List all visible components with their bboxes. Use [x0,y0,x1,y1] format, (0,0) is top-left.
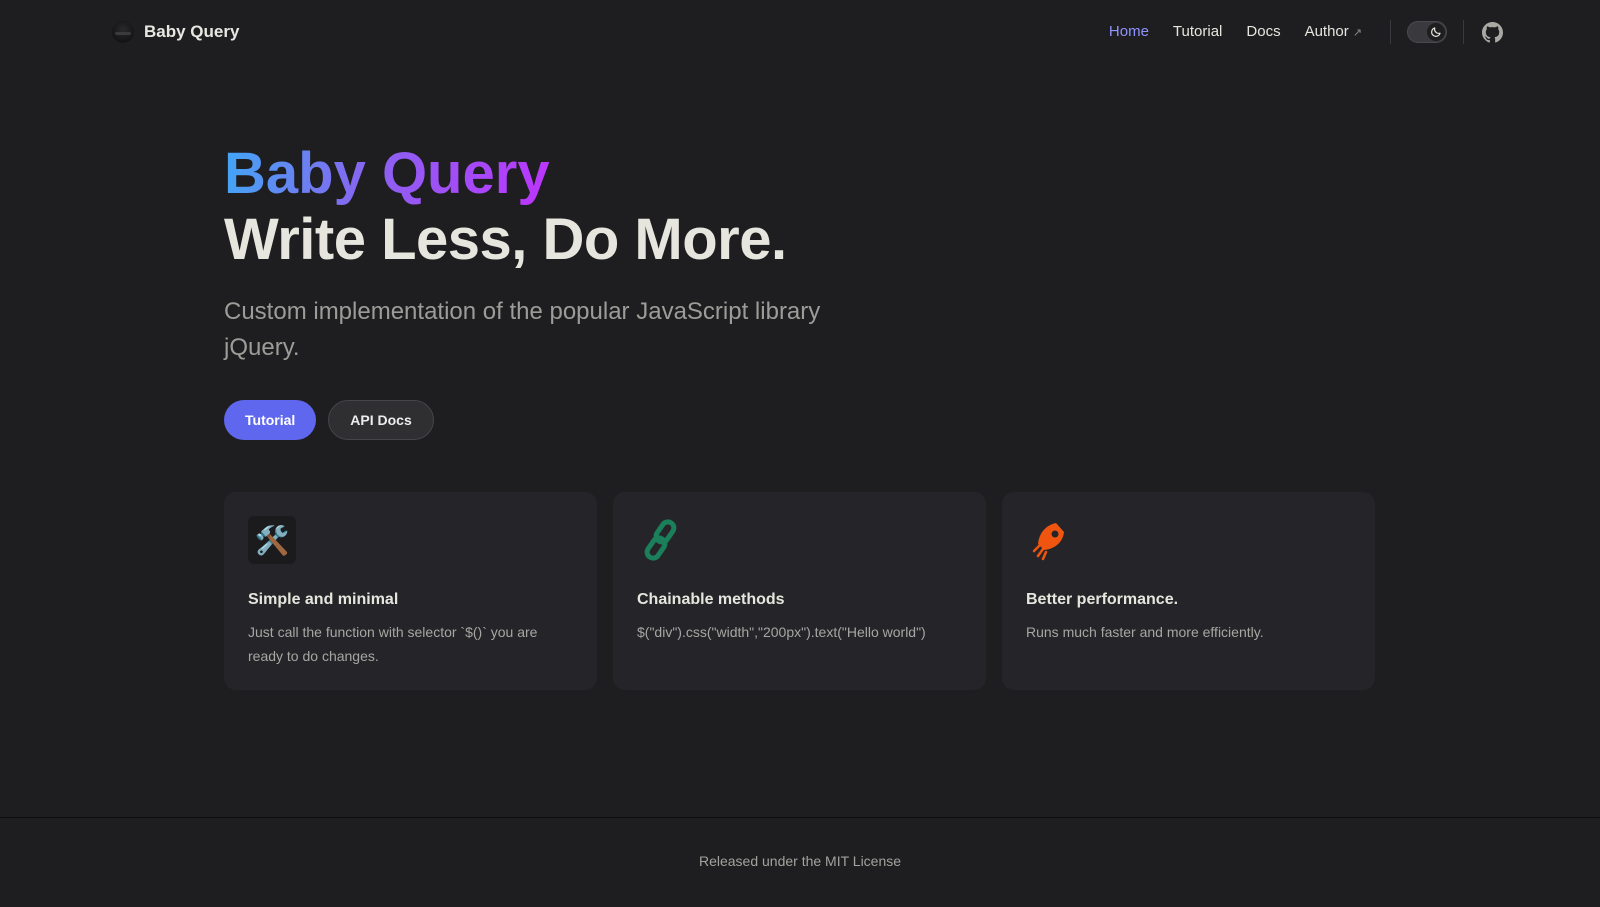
feature-card-performance: Better performance. Runs much faster and… [1002,492,1375,690]
feature-card-chainable: Chainable methods $("div").css("width","… [613,492,986,690]
logo-icon [112,21,134,43]
tutorial-button[interactable]: Tutorial [224,400,317,440]
hero-section: Baby Query Write Less, Do More. Custom i… [224,140,924,440]
chain-link-icon [637,516,685,564]
footer-license: Released under the MIT License [698,853,902,869]
brand-home-link[interactable]: Baby Query [112,18,239,46]
nav-link-docs[interactable]: Docs [1234,14,1292,50]
nav-links: Home Tutorial Docs Author ↗ [1097,14,1504,50]
feature-description: Runs much faster and more efficiently. [1026,624,1264,640]
nav-link-author-label: Author [1304,22,1349,40]
feature-description: Just call the function with selector `$(… [248,624,538,664]
feature-title: Better performance. [1026,591,1179,608]
rocket-icon [1026,516,1074,564]
features-section: 🛠️ Simple and minimal Just call the func… [224,492,1375,690]
nav-divider [1390,20,1391,44]
nav-link-home[interactable]: Home [1097,14,1161,50]
top-navbar: Baby Query Home Tutorial Docs Author ↗ [0,0,1600,64]
feature-description: $("div").css("width","200px").text("Hell… [637,624,926,640]
hero-headline: Write Less, Do More. [224,207,787,272]
feature-title: Chainable methods [637,591,785,608]
feature-card-simple: 🛠️ Simple and minimal Just call the func… [224,492,597,690]
theme-toggle[interactable] [1407,21,1447,43]
feature-title: Simple and minimal [248,591,399,608]
hero-name: Baby Query [224,141,550,206]
hero-actions: Tutorial API Docs [224,400,924,440]
tools-icon: 🛠️ [248,516,296,564]
github-icon[interactable] [1480,20,1504,44]
nav-link-tutorial[interactable]: Tutorial [1161,14,1234,50]
external-link-icon: ↗ [1352,26,1362,39]
nav-link-author[interactable]: Author ↗ [1293,14,1374,51]
moon-icon [1427,23,1445,41]
api-docs-button[interactable]: API Docs [328,400,434,440]
brand-name: Baby Query [144,22,240,41]
hero-tagline: Custom implementation of the popular Jav… [224,298,821,361]
footer: Released under the MIT License [0,817,1600,907]
nav-divider-2 [1463,20,1464,44]
